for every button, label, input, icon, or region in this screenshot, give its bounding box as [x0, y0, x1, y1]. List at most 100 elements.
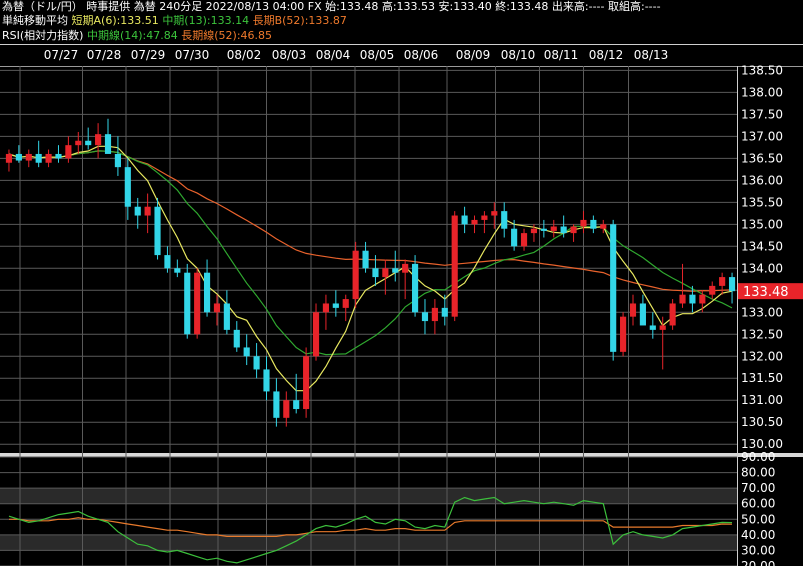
candle-body	[699, 294, 706, 304]
rsi-band-upper	[0, 488, 737, 504]
candle-body	[25, 153, 32, 161]
candle-body	[322, 303, 329, 313]
candle-body	[213, 303, 221, 313]
candle-body	[65, 145, 72, 159]
rsi-band-lower	[0, 534, 737, 551]
date-label: 07/29	[131, 48, 166, 62]
candle-body	[421, 312, 429, 322]
candle-body	[95, 134, 102, 146]
date-label: 08/03	[272, 48, 307, 62]
date-label: 08/09	[456, 48, 491, 62]
candle-body	[243, 347, 250, 357]
candle	[75, 131, 82, 154]
candle	[590, 215, 597, 234]
price-tick-label: 136.50	[741, 151, 783, 165]
candle	[421, 299, 429, 335]
candle-body	[461, 215, 468, 225]
candle-body	[639, 303, 646, 326]
date-label: 07/27	[44, 48, 79, 62]
price-tick-label: 137.50	[741, 107, 783, 121]
date-label: 08/05	[360, 48, 395, 62]
candle	[174, 259, 181, 278]
candle-body	[392, 268, 399, 273]
price-tick-label: 135.50	[741, 195, 783, 209]
candle-body	[709, 285, 716, 295]
candle-body	[273, 391, 280, 418]
candle-body	[85, 140, 92, 146]
candle	[699, 290, 706, 313]
candle-body	[560, 226, 567, 234]
rsi-tick-label: 90.00	[741, 450, 775, 464]
candle	[35, 140, 42, 168]
candle-body	[303, 356, 310, 410]
price-tick-label: 132.50	[741, 327, 783, 341]
candle	[342, 294, 349, 322]
candle-body	[134, 206, 141, 216]
date-label: 08/10	[501, 48, 536, 62]
price-axis-border	[737, 66, 738, 566]
candle	[719, 272, 726, 295]
price-tick-label: 134.50	[741, 239, 783, 253]
candle-body	[342, 299, 349, 308]
date-label: 07/28	[87, 48, 122, 62]
price-tick-label: 132.00	[741, 349, 783, 363]
candle	[402, 259, 409, 300]
candle	[639, 294, 646, 326]
candle-body	[669, 303, 676, 326]
price-chart: 07/27 07/28 07/29 07/30 08/02 08/03 08/04 08/05…	[0, 44, 803, 566]
rsi-tick-label: 40.00	[741, 528, 775, 542]
candle	[620, 312, 627, 357]
candle-body	[174, 268, 181, 273]
candle-body	[402, 263, 409, 273]
candle	[392, 250, 399, 282]
candle	[104, 118, 112, 154]
candle	[580, 211, 587, 234]
price-tick-label: 131.50	[741, 371, 783, 385]
candle-body	[293, 400, 300, 410]
date-row-bottom-border	[0, 66, 803, 67]
candle-body	[610, 224, 617, 352]
candle-body	[164, 255, 171, 269]
rsi-long-line	[9, 517, 733, 538]
candle	[550, 219, 557, 238]
candle-body	[184, 272, 191, 335]
candle-body	[194, 272, 201, 335]
candle-body	[600, 224, 607, 229]
candle-body	[481, 215, 488, 220]
candle-body	[312, 312, 320, 357]
rsi-tick-label: 60.00	[741, 497, 775, 511]
candle	[412, 255, 419, 317]
candle-body	[233, 329, 240, 348]
candle-body	[352, 250, 359, 300]
candle-body	[412, 263, 419, 313]
candle-body	[659, 325, 666, 330]
candle	[629, 294, 637, 326]
candle	[243, 334, 250, 366]
candle-body	[15, 153, 22, 161]
candle	[303, 347, 310, 418]
candle	[273, 378, 280, 427]
price-tick-label: 131.00	[741, 393, 783, 407]
candle-body	[253, 356, 260, 370]
candle-body	[540, 228, 547, 231]
date-row-top-border	[0, 44, 803, 45]
last-price-label: 133.48	[743, 285, 789, 300]
candle-body	[144, 206, 151, 216]
candle	[709, 281, 716, 300]
candle-body	[223, 303, 230, 330]
candle	[154, 197, 161, 260]
candle-body	[263, 369, 270, 392]
candle-body	[520, 233, 528, 247]
candle-body	[728, 277, 736, 292]
candle	[114, 136, 121, 176]
candle-body	[550, 226, 557, 231]
rsi-tick-label: 50.00	[741, 512, 775, 526]
candle-body	[570, 226, 577, 234]
candle-body	[649, 325, 656, 330]
candle-body	[372, 268, 379, 278]
price-tick-label: 138.00	[741, 85, 783, 99]
candle-body	[55, 153, 62, 159]
candle	[45, 149, 52, 168]
candle	[520, 228, 528, 251]
candle-body	[35, 153, 42, 163]
